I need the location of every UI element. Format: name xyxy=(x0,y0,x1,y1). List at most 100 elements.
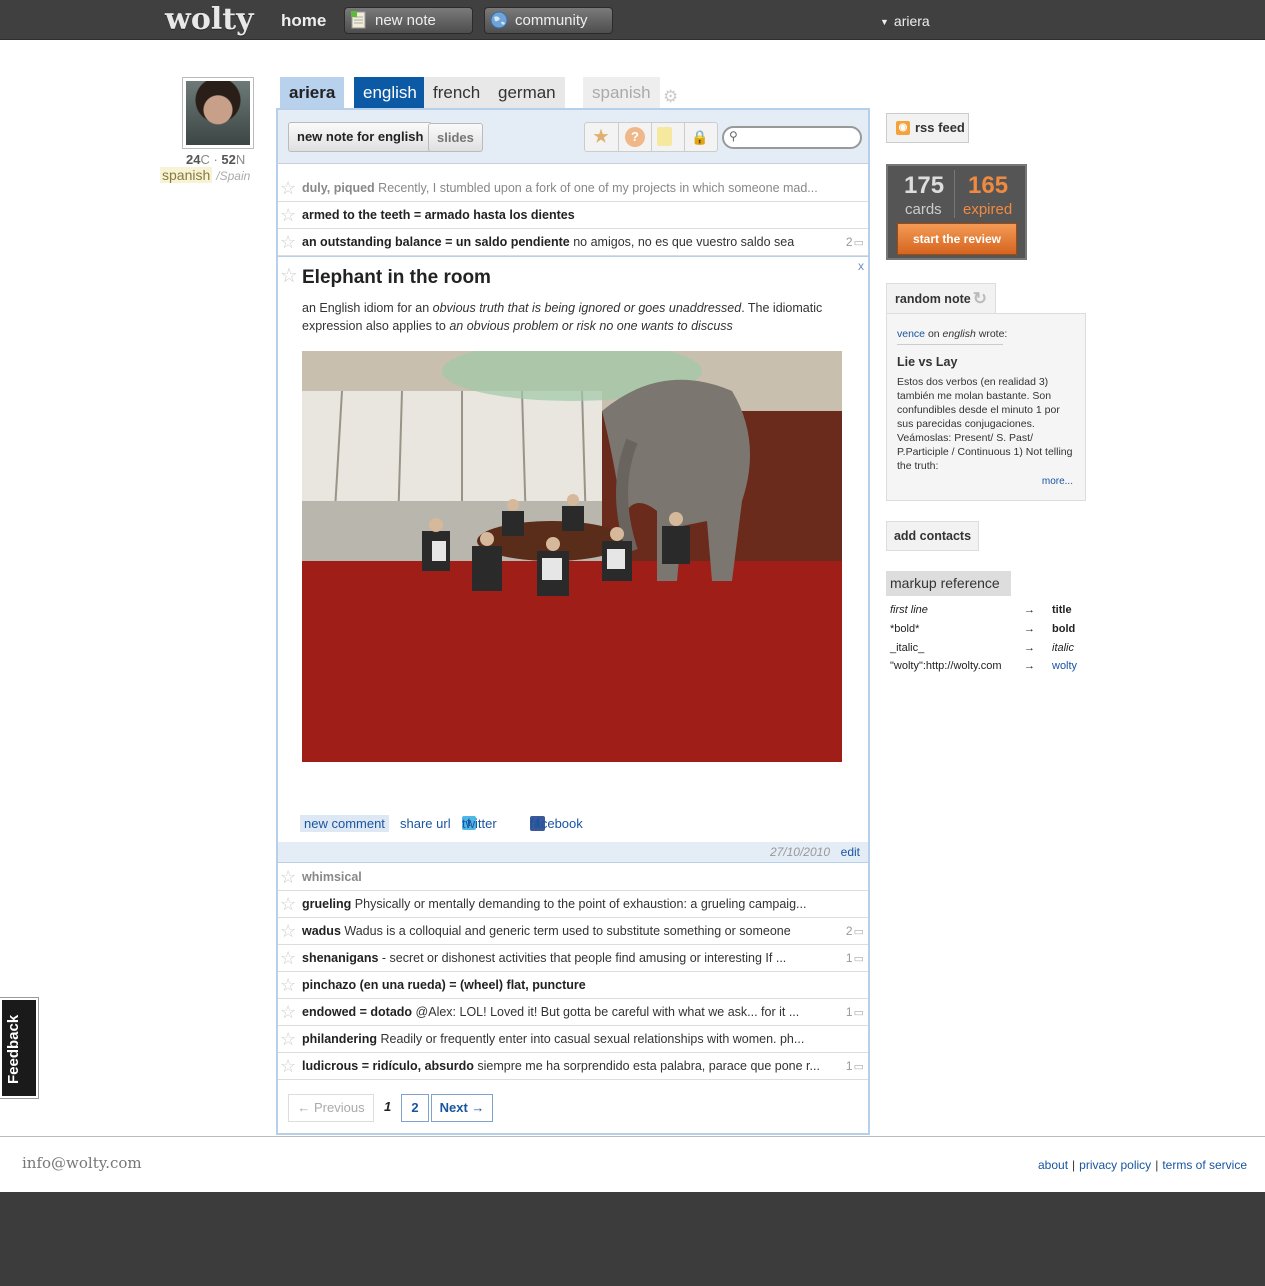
list-item[interactable]: ☆ ludicrous = ridículo, absurdo siempre m… xyxy=(278,1053,868,1080)
tab-user[interactable]: ariera xyxy=(280,77,345,108)
tab-english[interactable]: english xyxy=(354,77,426,108)
rss-feed-label: rss feed xyxy=(915,120,965,135)
new-note-icon xyxy=(351,11,366,29)
list-item[interactable]: ☆ grueling Physically or mentally demandi… xyxy=(278,891,868,918)
markup-syntax: first line xyxy=(890,604,928,616)
list-item[interactable]: ☆ duly, piqued Recently, I stumbled upon … xyxy=(278,175,868,202)
about-link[interactable]: about xyxy=(1038,1158,1068,1172)
footer-email[interactable]: info@wolty.com xyxy=(22,1154,142,1172)
share-url-link[interactable]: share url xyxy=(400,816,451,831)
list-item[interactable]: ☆ pinchazo (en una rueda) = (wheel) flat,… xyxy=(278,972,868,999)
expired-label: expired xyxy=(963,201,1013,218)
markup-result: italic xyxy=(1052,642,1075,654)
star-icon[interactable]: ☆ xyxy=(280,918,296,944)
star-icon[interactable]: ☆ xyxy=(280,1053,296,1079)
language-country: /Spain xyxy=(216,169,251,183)
footer-links: about | privacy policy | terms of service xyxy=(1038,1158,1247,1172)
list-item-title: ludicrous = ridículo, absurdo xyxy=(302,1059,474,1073)
start-review-button[interactable]: start the review xyxy=(897,223,1017,255)
list-item-excerpt: - secret or dishonest activities that pe… xyxy=(378,951,787,965)
random-note-language: english xyxy=(942,328,976,340)
note-filter-icon[interactable] xyxy=(657,127,672,146)
list-item-title: wadus xyxy=(302,924,341,938)
list-item[interactable]: ☆ an outstanding balance = un saldo pendi… xyxy=(278,229,868,256)
star-icon[interactable]: ☆ xyxy=(280,1026,296,1052)
tab-german[interactable]: german xyxy=(489,77,565,108)
avatar-image xyxy=(186,81,250,145)
refresh-icon[interactable]: ↻ xyxy=(973,284,987,314)
list-item[interactable]: ☆ shenanigans - secret or dishonest activ… xyxy=(278,945,868,972)
note-body-italic: obvious truth that is being ignored or g… xyxy=(432,301,742,315)
list-item[interactable]: ☆ endowed = dotado @Alex: LOL! Loved it! … xyxy=(278,999,868,1026)
rss-feed-button[interactable]: ◉ rss feed xyxy=(886,113,969,143)
pagination-page-2[interactable]: 2 xyxy=(401,1094,429,1122)
close-icon[interactable]: x xyxy=(858,259,864,273)
top-navigation-bar: wolty home new note community ▼ ariera xyxy=(0,0,1265,40)
list-item-title: endowed = dotado xyxy=(302,1005,413,1019)
list-item[interactable]: ☆ armed to the teeth = armado hasta los d… xyxy=(278,202,868,229)
elephant-meeting-room-image xyxy=(302,351,842,762)
random-note-user-link[interactable]: vence xyxy=(897,328,925,340)
caret-down-icon: ▼ xyxy=(880,17,889,27)
star-icon[interactable]: ☆ xyxy=(280,972,296,998)
tab-french[interactable]: french xyxy=(424,77,490,108)
star-icon[interactable]: ☆ xyxy=(280,945,296,971)
new-comment-button[interactable]: new comment xyxy=(300,815,389,832)
user-menu[interactable]: ▼ ariera xyxy=(880,13,930,29)
wolty-logo[interactable]: wolty xyxy=(165,2,254,37)
language-name: spanish xyxy=(160,167,213,183)
list-item[interactable]: ☆ philandering Readily or frequently ente… xyxy=(278,1026,868,1053)
new-note-button[interactable]: new note xyxy=(344,7,473,34)
random-note-more-link[interactable]: more... xyxy=(1042,476,1073,487)
gear-icon[interactable]: ⚙ xyxy=(663,88,680,105)
star-filter-icon[interactable]: ★ xyxy=(591,127,611,147)
terms-of-service-link[interactable]: terms of service xyxy=(1162,1158,1247,1172)
markup-syntax: *bold* xyxy=(890,623,920,635)
markup-result: bold xyxy=(1052,623,1076,635)
list-item-text: duly, piqued Recently, I stumbled upon a… xyxy=(302,175,832,201)
list-item-excerpt: Physically or mentally demanding to the … xyxy=(351,897,807,911)
list-item-excerpt: Wadus is a colloquial and generic term u… xyxy=(340,924,791,938)
add-contacts-button[interactable]: add contacts xyxy=(886,521,979,551)
random-note-on: on xyxy=(925,328,943,340)
slides-button[interactable]: slides xyxy=(428,123,483,152)
list-item-excerpt: Recently, I stumbled upon a fork of one … xyxy=(374,181,818,195)
nav-home-link[interactable]: home xyxy=(281,11,326,31)
globe-icon xyxy=(490,11,508,29)
privacy-policy-link[interactable]: privacy policy xyxy=(1079,1158,1151,1172)
list-item[interactable]: ☆ whimsical xyxy=(278,864,868,891)
tab-spanish[interactable]: spanish xyxy=(583,77,660,108)
star-icon[interactable]: ☆ xyxy=(280,229,296,255)
pagination-previous[interactable]: ← Previous xyxy=(288,1094,374,1122)
list-item-title: an outstanding balance = un saldo pendie… xyxy=(302,235,570,249)
avatar[interactable] xyxy=(182,77,254,149)
feedback-tab[interactable]: Feedback xyxy=(0,997,39,1099)
markup-result-link[interactable]: wolty xyxy=(1052,660,1077,672)
star-icon[interactable]: ☆ xyxy=(280,864,296,890)
community-button[interactable]: community xyxy=(484,7,613,34)
search-input[interactable]: ⚲ xyxy=(722,126,862,149)
star-icon[interactable]: ☆ xyxy=(280,999,296,1025)
user-menu-name: ariera xyxy=(893,13,930,29)
cards-unit: C xyxy=(200,152,210,167)
star-icon[interactable]: ☆ xyxy=(280,175,296,201)
list-item-title: pinchazo (en una rueda) = (wheel) flat, … xyxy=(302,978,586,992)
star-icon[interactable]: ☆ xyxy=(280,202,296,228)
lock-filter-icon[interactable]: 🔒 xyxy=(690,127,710,147)
edit-note-link[interactable]: edit xyxy=(841,842,860,862)
star-icon[interactable]: ☆ xyxy=(280,891,296,917)
list-item-title: duly, piqued xyxy=(302,181,375,195)
list-item-text: shenanigans - secret or dishonest activi… xyxy=(302,945,832,971)
list-item[interactable]: ☆ wadus Wadus is a colloquial and generic… xyxy=(278,918,868,945)
list-item-title: shenanigans xyxy=(302,951,379,965)
list-item-title: grueling xyxy=(302,897,352,911)
new-note-for-language-button[interactable]: new note for english xyxy=(288,122,433,152)
pagination-next[interactable]: Next → xyxy=(431,1094,493,1122)
arrow-icon: → xyxy=(1024,642,1035,654)
comment-count: 1 xyxy=(846,945,864,971)
question-filter-icon[interactable]: ? xyxy=(625,127,645,147)
star-icon[interactable]: ☆ xyxy=(280,263,298,288)
new-note-label: new note xyxy=(375,12,436,29)
review-widget: 175 cards 165 expired start the review xyxy=(886,164,1027,260)
filter-buttons: ★ ? 🔒 xyxy=(584,122,718,152)
